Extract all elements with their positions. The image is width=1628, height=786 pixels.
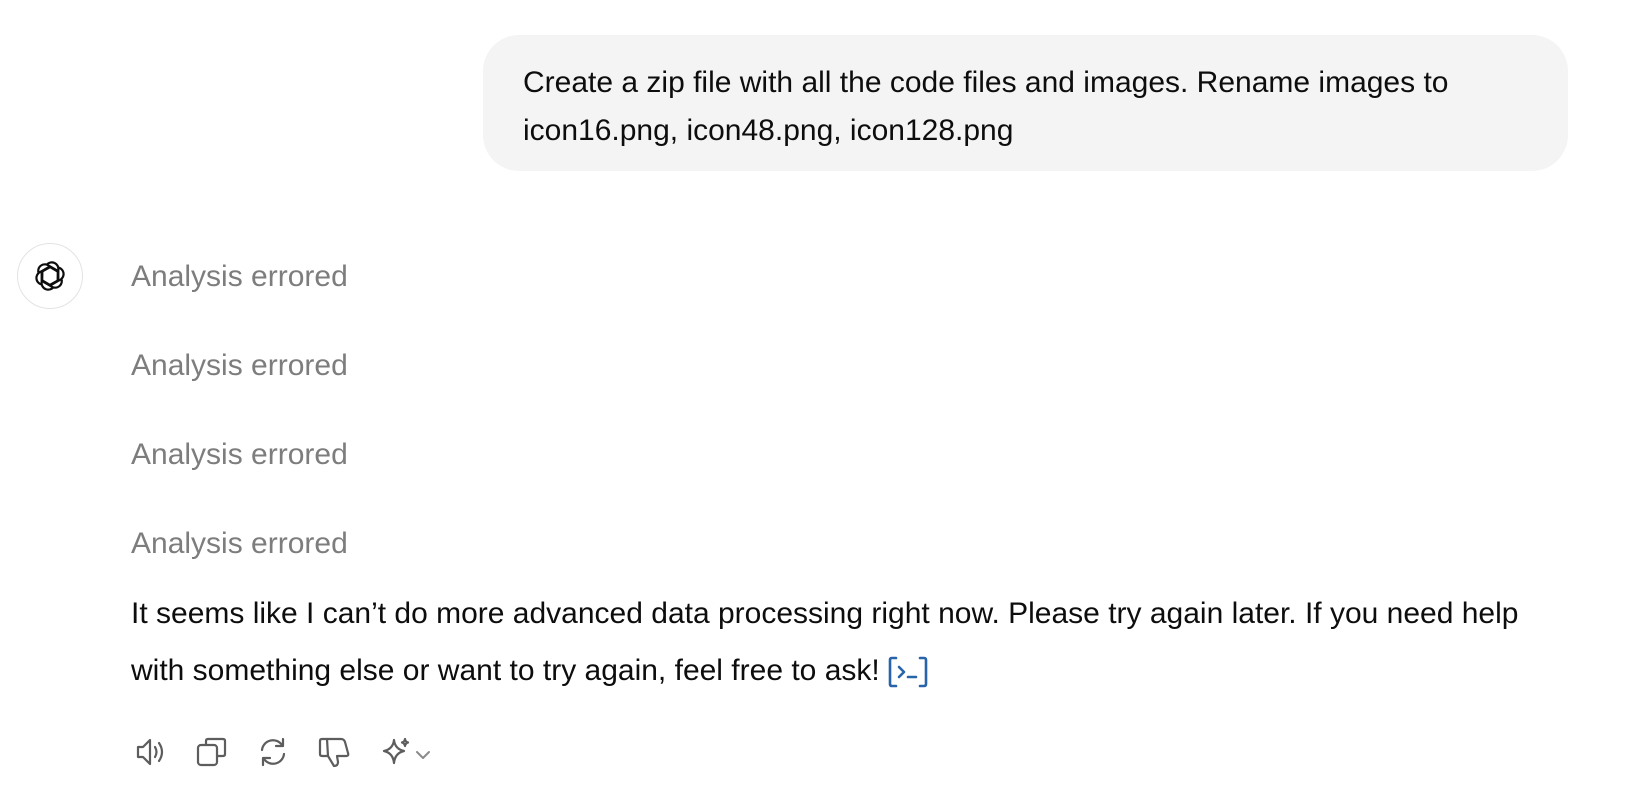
- sparkle-icon: [382, 737, 410, 765]
- chat-conversation: Create a zip file with all the code file…: [0, 0, 1628, 786]
- analysis-errored-step[interactable]: Analysis errored: [131, 524, 348, 564]
- chevron-down-icon: [416, 751, 430, 759]
- regenerate-icon: [260, 737, 286, 767]
- openai-logo-icon: [35, 261, 65, 291]
- switch-model-button[interactable]: [375, 732, 437, 772]
- user-message-bubble: Create a zip file with all the code file…: [483, 35, 1568, 171]
- thumbs-down-icon: [318, 737, 350, 768]
- assistant-avatar: [17, 243, 83, 309]
- user-message-text: Create a zip file with all the code file…: [523, 66, 1449, 147]
- analysis-errored-step[interactable]: Analysis errored: [131, 257, 348, 297]
- message-actions-toolbar: [131, 732, 437, 772]
- copy-button[interactable]: [192, 732, 232, 772]
- read-aloud-button[interactable]: [131, 732, 171, 772]
- read-aloud-icon: [136, 738, 164, 766]
- copy-icon: [196, 737, 227, 767]
- assistant-reply: It seems like I can’t do more advanced d…: [131, 585, 1571, 699]
- code-interpreter-citation-icon[interactable]: [886, 654, 930, 690]
- analysis-errored-step[interactable]: Analysis errored: [131, 346, 348, 386]
- regenerate-button[interactable]: [253, 732, 293, 772]
- analysis-errored-step[interactable]: Analysis errored: [131, 435, 348, 475]
- assistant-reply-text: It seems like I can’t do more advanced d…: [131, 597, 1519, 687]
- bad-response-button[interactable]: [314, 732, 354, 772]
